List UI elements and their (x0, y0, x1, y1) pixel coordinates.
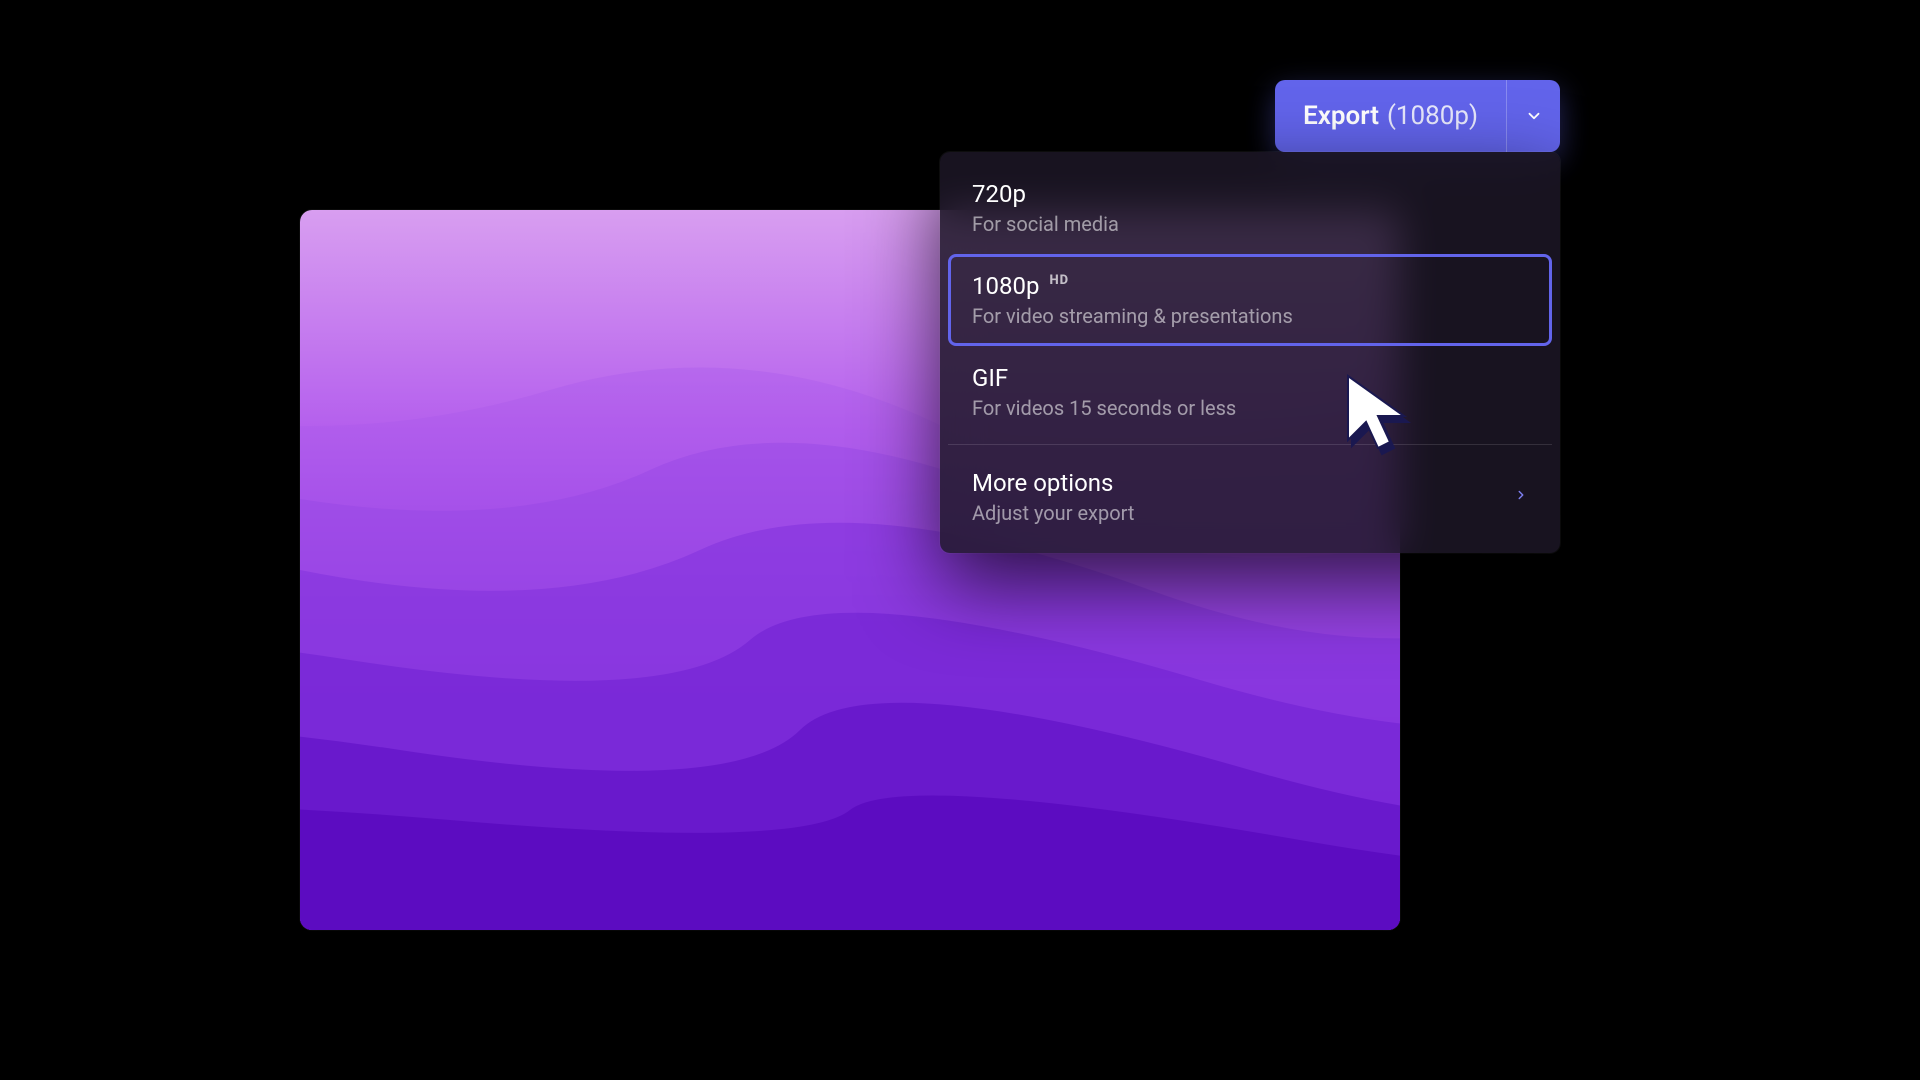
export-label: Export (1303, 101, 1379, 131)
option-subtitle: For videos 15 seconds or less (972, 396, 1528, 420)
option-title: 1080p (972, 272, 1039, 300)
export-resolution: (1080p) (1387, 101, 1478, 131)
export-button[interactable]: Export (1080p) (1275, 80, 1560, 152)
chevron-right-icon (1514, 485, 1528, 510)
export-button-main[interactable]: Export (1080p) (1275, 80, 1506, 152)
export-dropdown-toggle[interactable] (1506, 80, 1560, 152)
export-option-720p[interactable]: 720p For social media (948, 162, 1552, 254)
divider (948, 444, 1552, 445)
option-subtitle: For social media (972, 212, 1528, 236)
more-subtitle: Adjust your export (972, 501, 1134, 525)
hd-badge: HD (1049, 273, 1069, 288)
export-dropdown: 720p For social media 1080p HD For video… (940, 152, 1560, 553)
export-option-gif[interactable]: GIF For videos 15 seconds or less (948, 346, 1552, 438)
more-title: More options (972, 469, 1113, 497)
option-title: 720p (972, 180, 1026, 208)
export-option-1080p[interactable]: 1080p HD For video streaming & presentat… (948, 254, 1552, 346)
export-more-options[interactable]: More options Adjust your export (948, 451, 1552, 543)
option-subtitle: For video streaming & presentations (972, 304, 1528, 328)
chevron-down-icon (1525, 107, 1543, 125)
option-title: GIF (972, 364, 1008, 392)
